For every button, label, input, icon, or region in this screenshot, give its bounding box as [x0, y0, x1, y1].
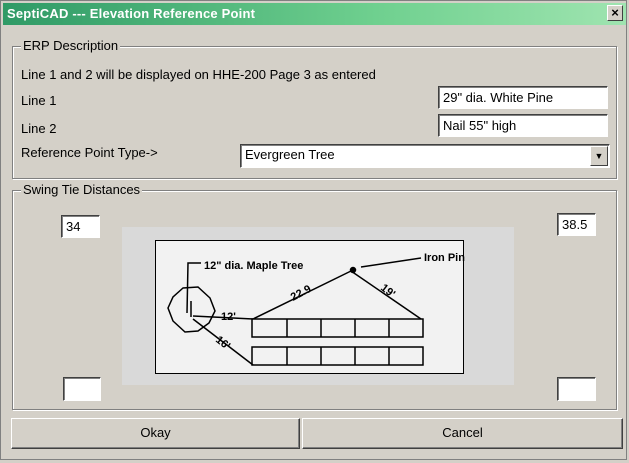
close-button[interactable]: ×: [607, 5, 623, 21]
elevation-reference-diagram: [155, 240, 464, 374]
line2-input[interactable]: [438, 114, 608, 137]
line2-label: Line 2: [21, 121, 57, 136]
line1-label: Line 1: [21, 93, 57, 108]
line1-input[interactable]: [438, 86, 608, 109]
chevron-down-icon[interactable]: ▼: [590, 146, 608, 166]
okay-button[interactable]: Okay: [11, 418, 300, 449]
cancel-button[interactable]: Cancel: [302, 418, 623, 449]
swing-bottom-right-input[interactable]: [557, 377, 596, 401]
dialog-window: SeptiCAD --- Elevation Reference Point ×…: [0, 0, 627, 460]
reference-point-type-value: Evergreen Tree: [245, 147, 335, 162]
erp-description-legend: ERP Description: [21, 38, 121, 53]
reference-point-type-select[interactable]: Evergreen Tree ▼: [240, 144, 610, 168]
swing-tie-legend: Swing Tie Distances: [21, 182, 143, 197]
reference-point-type-label: Reference Point Type->: [21, 145, 158, 160]
title-bar[interactable]: SeptiCAD --- Elevation Reference Point ×: [3, 3, 626, 25]
swing-top-right-input[interactable]: [557, 213, 596, 236]
swing-bottom-left-input[interactable]: [63, 377, 101, 401]
swing-top-left-input[interactable]: [61, 215, 100, 238]
erp-info-text: Line 1 and 2 will be displayed on HHE-20…: [21, 67, 376, 82]
window-title: SeptiCAD --- Elevation Reference Point: [7, 6, 256, 21]
